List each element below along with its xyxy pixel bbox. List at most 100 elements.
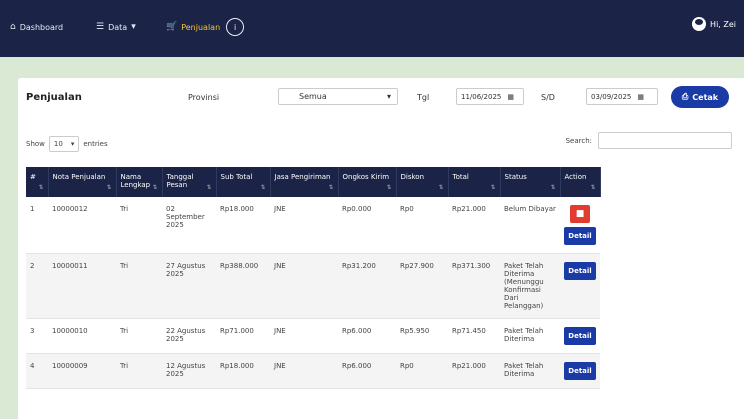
show-label: Show	[26, 140, 45, 148]
table-row: 1 10000012 Tri 02 September 2025 Rp18.00…	[26, 197, 600, 254]
date-from-value: 11/06/2025	[461, 92, 502, 101]
table-row: 4 10000009 Tri 12 Agustus 2025 Rp18.000 …	[26, 353, 600, 389]
cell-ongkir: Rp6.000	[338, 318, 396, 354]
cell-action: Detail	[560, 353, 600, 389]
sd-label: S/D	[541, 93, 555, 102]
column-header[interactable]: Nota Penjualan ⇅	[48, 167, 117, 197]
cell-diskon: Rp5.950	[396, 318, 448, 354]
column-header[interactable]: Action ⇅	[560, 167, 601, 197]
cell-no: 4	[26, 353, 48, 389]
cell-total: Rp21.000	[448, 353, 500, 389]
cell-no: 2	[26, 253, 48, 319]
avatar	[692, 17, 707, 31]
cell-action: Detail	[560, 318, 600, 354]
home-icon: ⌂	[10, 21, 16, 32]
entries-control: Show 10 ▾ entries	[26, 136, 108, 152]
cell-tanggal: 22 Agustus 2025	[162, 318, 216, 354]
cell-tanggal: 02 September 2025	[162, 197, 216, 254]
cell-nama: Tri	[116, 318, 162, 354]
calendar-icon: ▦	[637, 92, 644, 101]
cell-subtotal: Rp388.000	[216, 253, 270, 319]
nav-penjualan-label: Penjualan	[181, 22, 221, 32]
column-header[interactable]: Tanggal Pesan ⇅	[162, 167, 217, 197]
cell-diskon: Rp27.900	[396, 253, 448, 319]
column-header[interactable]: Diskon ⇅	[396, 167, 449, 197]
cell-action: ■ Detail	[560, 197, 600, 254]
detail-button[interactable]: Detail	[564, 262, 596, 280]
top-navbar: ⌂ Dashboard ☰ Data ▾ 🛒 Penjualan i Hi, Z…	[0, 0, 744, 57]
cell-status: Paket Telah Diterima (Menunggu Konfirmas…	[500, 253, 560, 319]
cell-nama: Tri	[116, 253, 162, 319]
column-header[interactable]: Jasa Pengiriman ⇅	[270, 167, 339, 197]
nav-dashboard[interactable]: ⌂ Dashboard	[10, 19, 63, 35]
cell-nama: Tri	[116, 197, 162, 254]
provinsi-label: Provinsi	[188, 93, 220, 102]
table-header-row: # ⇅ Nota Penjualan ⇅ Nama Lengkap ⇅ Tanggal…	[26, 167, 601, 197]
search-input[interactable]	[598, 132, 732, 149]
nav-data-dropdown[interactable]: ☰ Data ▾	[96, 19, 136, 35]
tgl-label: Tgl	[417, 93, 430, 102]
cell-tanggal: 12 Agustus 2025	[162, 353, 216, 389]
cell-ongkir: Rp6.000	[338, 353, 396, 389]
cell-jasa: JNE	[270, 353, 338, 389]
chevron-down-icon: ▾	[386, 92, 391, 101]
cell-total: Rp371.300	[448, 253, 500, 319]
notification-badge: i	[226, 18, 245, 36]
filter-row: Penjualan Provinsi Semua ▾ Tgl 11/06/202…	[18, 78, 744, 114]
cell-jasa: JNE	[270, 197, 338, 254]
cell-jasa: JNE	[270, 253, 338, 319]
cell-tanggal: 27 Agustus 2025	[162, 253, 216, 319]
search-label: Search:	[565, 136, 592, 145]
entries-value: 10	[53, 140, 63, 148]
cell-total: Rp71.450	[448, 318, 500, 354]
cell-nota: 10000012	[48, 197, 116, 254]
printer-icon: ⎙	[681, 92, 689, 101]
search-control: Search:	[566, 132, 732, 149]
cell-nota: 10000009	[48, 353, 116, 389]
column-header[interactable]: Ongkos Kirim ⇅	[338, 167, 397, 197]
trash-icon: ■	[575, 209, 585, 219]
cell-no: 1	[26, 197, 48, 254]
nav-penjualan[interactable]: 🛒 Penjualan i	[166, 18, 245, 36]
cell-action: Detail	[560, 253, 600, 319]
provinsi-select[interactable]: Semua ▾	[278, 88, 398, 105]
column-header[interactable]: Sub Total ⇅	[216, 167, 271, 197]
cell-subtotal: Rp18.000	[216, 353, 270, 389]
cell-status: Paket Telah Diterima	[500, 318, 560, 354]
date-from-input[interactable]: 11/06/2025 ▦	[456, 88, 524, 105]
page-title: Penjualan	[26, 92, 82, 103]
column-header[interactable]: Status ⇅	[500, 167, 561, 197]
cell-jasa: JNE	[270, 318, 338, 354]
cell-subtotal: Rp18.000	[216, 197, 270, 254]
column-header[interactable]: Nama Lengkap ⇅	[116, 167, 163, 197]
chevron-down-icon: ▾	[70, 140, 75, 148]
table-row: 3 10000010 Tri 22 Agustus 2025 Rp71.000 …	[26, 318, 600, 354]
detail-button[interactable]: Detail	[564, 227, 596, 245]
user-menu[interactable]: Hi, Zei	[692, 17, 736, 31]
cell-nota: 10000011	[48, 253, 116, 319]
detail-button[interactable]: Detail	[564, 362, 596, 380]
cell-status: Belum Dibayar	[500, 197, 560, 254]
column-header[interactable]: Total ⇅	[448, 167, 501, 197]
cell-ongkir: Rp0.000	[338, 197, 396, 254]
penjualan-table: # ⇅ Nota Penjualan ⇅ Nama Lengkap ⇅ Tanggal…	[26, 167, 601, 389]
delete-button[interactable]: ■	[570, 205, 590, 223]
column-header[interactable]: # ⇅	[26, 167, 49, 197]
nav-dashboard-label: Dashboard	[19, 22, 64, 32]
detail-button[interactable]: Detail	[564, 327, 596, 345]
cell-nama: Tri	[116, 353, 162, 389]
entries-label: entries	[83, 140, 108, 148]
calendar-icon: ▦	[507, 92, 514, 101]
date-to-input[interactable]: 03/09/2025 ▦	[586, 88, 658, 105]
cell-status: Paket Telah Diterima	[500, 353, 560, 389]
cell-total: Rp21.000	[448, 197, 500, 254]
cell-subtotal: Rp71.000	[216, 318, 270, 354]
provinsi-value: Semua	[299, 92, 327, 101]
cart-icon: 🛒	[166, 21, 178, 32]
entries-select[interactable]: 10 ▾	[48, 136, 80, 152]
cell-diskon: Rp0	[396, 197, 448, 254]
cell-ongkir: Rp31.200	[338, 253, 396, 319]
cetak-button[interactable]: ⎙ Cetak	[671, 86, 729, 108]
nav-data-label: Data	[108, 22, 128, 32]
chevron-down-icon: ▾	[131, 21, 136, 32]
